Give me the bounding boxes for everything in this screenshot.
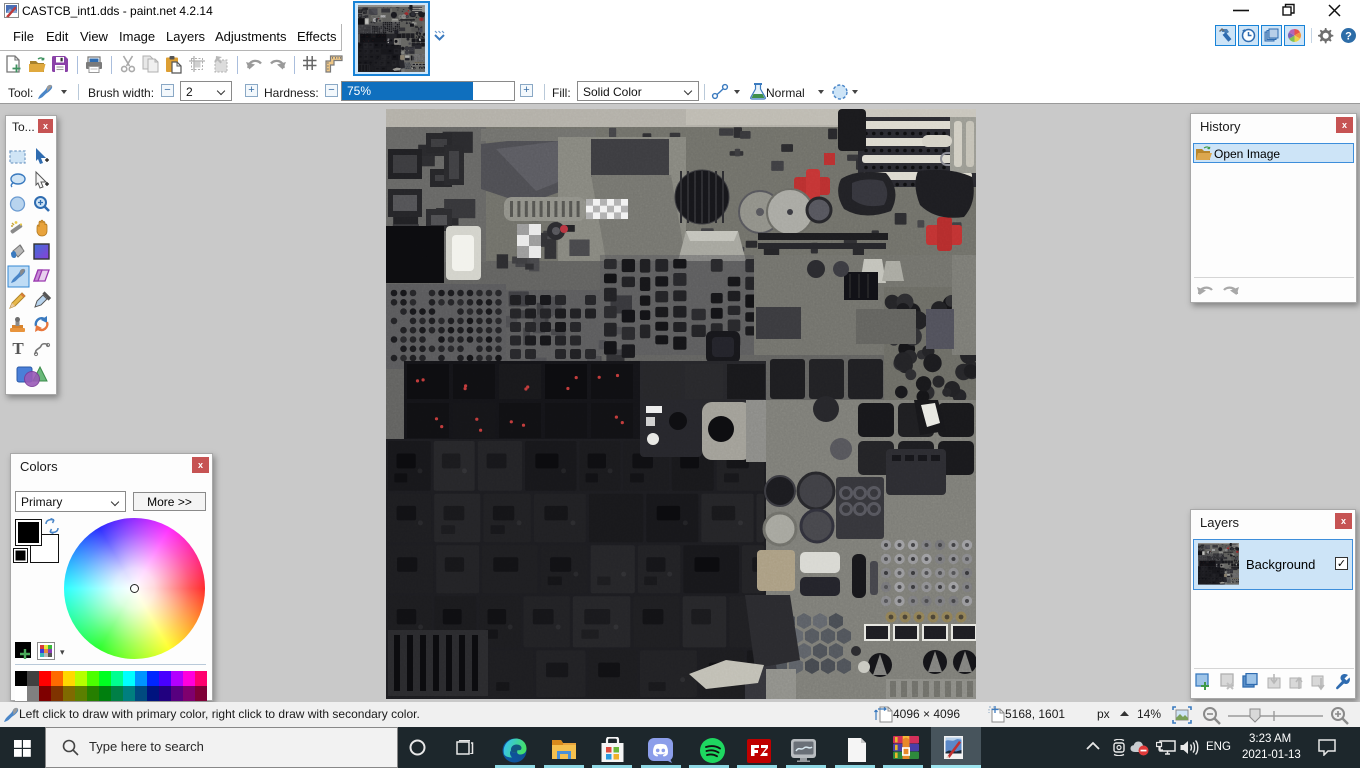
svg-text:?: ?	[1345, 31, 1352, 43]
svg-text:T: T	[12, 339, 24, 358]
